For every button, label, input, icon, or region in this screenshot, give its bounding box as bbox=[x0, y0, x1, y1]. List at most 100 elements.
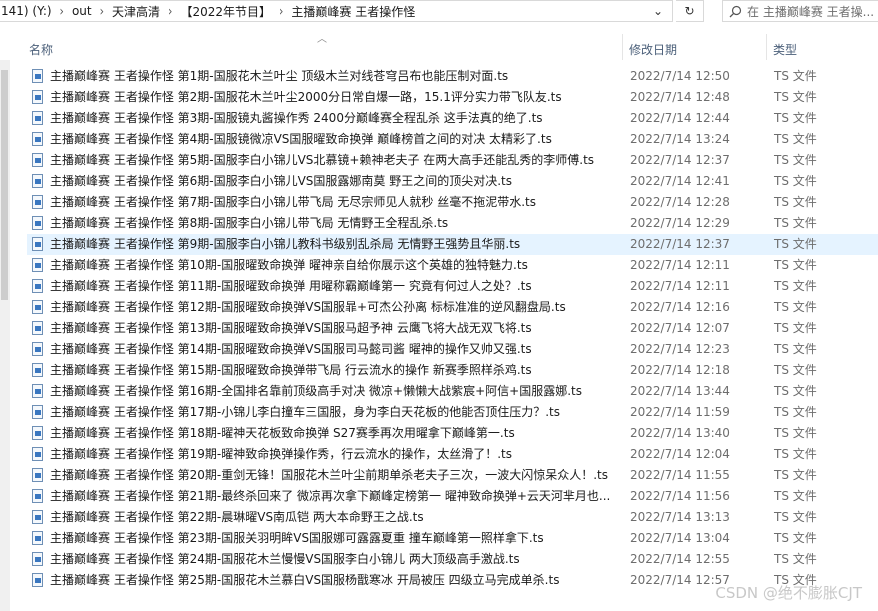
file-row[interactable]: 主播巅峰赛 王者操作怪 第6期-国服李白小锦儿VS国服露娜南莫 野王之间的顶尖对… bbox=[27, 171, 878, 192]
file-type: TS 文件 bbox=[774, 237, 817, 251]
file-name: 主播巅峰赛 王者操作怪 第12期-国服曜致命换弹VS国服暃+可杰公孙离 标标准准… bbox=[50, 300, 566, 314]
file-type: TS 文件 bbox=[774, 384, 817, 398]
ts-file-icon bbox=[32, 153, 43, 167]
column-divider[interactable] bbox=[766, 34, 767, 60]
file-type: TS 文件 bbox=[774, 279, 817, 293]
column-header-date[interactable]: 修改日期 bbox=[629, 41, 677, 58]
file-row[interactable]: 主播巅峰赛 王者操作怪 第2期-国服花木兰叶尘2000分日常自爆一路，15.1评… bbox=[27, 87, 878, 108]
file-name: 主播巅峰赛 王者操作怪 第11期-国服曜致命换弹 用曜称霸巅峰第一 究竟有何过人… bbox=[50, 279, 532, 293]
file-row[interactable]: 主播巅峰赛 王者操作怪 第22期-晨琳曜VS南瓜铠 两大本命野王之战.ts 202… bbox=[27, 507, 878, 528]
file-modified-date: 2022/7/14 12:37 bbox=[630, 153, 730, 167]
column-header-name[interactable]: 名称 bbox=[29, 41, 53, 58]
ts-file-icon bbox=[32, 216, 43, 230]
ts-file-icon bbox=[32, 300, 43, 314]
file-type: TS 文件 bbox=[774, 342, 817, 356]
ts-file-icon bbox=[32, 321, 43, 335]
file-modified-date: 2022/7/14 12:41 bbox=[630, 174, 730, 188]
file-row[interactable]: 主播巅峰赛 王者操作怪 第11期-国服曜致命换弹 用曜称霸巅峰第一 究竟有何过人… bbox=[27, 276, 878, 297]
file-modified-date: 2022/7/14 13:04 bbox=[630, 531, 730, 545]
file-modified-date: 2022/7/14 13:40 bbox=[630, 426, 730, 440]
column-header-type[interactable]: 类型 bbox=[773, 41, 797, 58]
file-modified-date: 2022/7/14 11:59 bbox=[630, 405, 730, 419]
file-type: TS 文件 bbox=[774, 489, 817, 503]
file-row[interactable]: 主播巅峰赛 王者操作怪 第20期-重剑无锋！国服花木兰叶尘前期单杀老夫子三次，一… bbox=[27, 465, 878, 486]
file-row[interactable]: 主播巅峰赛 王者操作怪 第16期-全国排名靠前顶级高手对决 微凉+懒懒大战紫宸+… bbox=[27, 381, 878, 402]
file-row[interactable]: 主播巅峰赛 王者操作怪 第19期-曜神致命换弹操作秀，行云流水的操作，太丝滑了！… bbox=[27, 444, 878, 465]
chevron-right-icon[interactable]: › bbox=[94, 3, 110, 19]
file-row[interactable]: 主播巅峰赛 王者操作怪 第18期-曜神天花板致命换弹 S27赛季再次用曜拿下巅峰… bbox=[27, 423, 878, 444]
file-row[interactable]: 主播巅峰赛 王者操作怪 第9期-国服李白小锦儿教科书级别乱杀局 无情野王强势且华… bbox=[27, 234, 878, 255]
file-list: 主播巅峰赛 王者操作怪 第1期-国服花木兰叶尘 顶级木兰对线苍穹吕布也能压制对面… bbox=[27, 66, 878, 591]
file-modified-date: 2022/7/14 12:48 bbox=[630, 90, 730, 104]
file-row[interactable]: 主播巅峰赛 王者操作怪 第5期-国服李白小锦儿VS北慕镜+赖神老夫子 在两大高手… bbox=[27, 150, 878, 171]
file-row[interactable]: 主播巅峰赛 王者操作怪 第14期-国服曜致命换弹VS国服司马懿司酱 曜神的操作又… bbox=[27, 339, 878, 360]
ts-file-icon bbox=[32, 258, 43, 272]
file-row[interactable]: 主播巅峰赛 王者操作怪 第3期-国服镜丸酱操作秀 2400分巅峰赛全程乱杀 这手… bbox=[27, 108, 878, 129]
file-name: 主播巅峰赛 王者操作怪 第9期-国服李白小锦儿教科书级别乱杀局 无情野王强势且华… bbox=[50, 237, 521, 251]
file-type: TS 文件 bbox=[774, 300, 817, 314]
scrollbar-thumb[interactable] bbox=[1, 70, 8, 300]
file-type: TS 文件 bbox=[774, 111, 817, 125]
ts-file-icon bbox=[32, 69, 43, 83]
file-name: 主播巅峰赛 王者操作怪 第16期-全国排名靠前顶级高手对决 微凉+懒懒大战紫宸+… bbox=[50, 384, 582, 398]
file-row[interactable]: 主播巅峰赛 王者操作怪 第15期-国服曜致命换弹带飞局 行云流水的操作 新赛季照… bbox=[27, 360, 878, 381]
chevron-right-icon[interactable]: › bbox=[273, 3, 289, 19]
ts-file-icon bbox=[32, 552, 43, 566]
file-row[interactable]: 主播巅峰赛 王者操作怪 第7期-国服李白小锦儿带飞局 无尽宗师见人就秒 丝毫不拖… bbox=[27, 192, 878, 213]
address-bar-row: 141) (Y:) › out › 天津高清 › 【2022年节目】 › 主播巅… bbox=[0, 0, 878, 24]
refresh-button[interactable]: ↻ bbox=[676, 0, 704, 22]
ts-file-icon bbox=[32, 174, 43, 188]
file-row[interactable]: 主播巅峰赛 王者操作怪 第8期-国服李白小锦儿带飞局 无情野王全程乱杀.ts 20… bbox=[27, 213, 878, 234]
chevron-right-icon[interactable]: › bbox=[162, 3, 178, 19]
file-type: TS 文件 bbox=[774, 510, 817, 524]
address-bar[interactable]: 141) (Y:) › out › 天津高清 › 【2022年节目】 › 主播巅… bbox=[0, 0, 673, 22]
file-modified-date: 2022/7/14 13:24 bbox=[630, 132, 730, 146]
ts-file-icon bbox=[32, 195, 43, 209]
file-modified-date: 2022/7/14 12:55 bbox=[630, 552, 730, 566]
ts-file-icon bbox=[32, 363, 43, 377]
file-name: 主播巅峰赛 王者操作怪 第18期-曜神天花板致命换弹 S27赛季再次用曜拿下巅峰… bbox=[50, 426, 515, 440]
file-modified-date: 2022/7/14 12:23 bbox=[630, 342, 730, 356]
search-placeholder: 在 主播巅峰赛 王者操... bbox=[747, 4, 875, 19]
ts-file-icon bbox=[32, 510, 43, 524]
file-modified-date: 2022/7/14 12:28 bbox=[630, 195, 730, 209]
file-name: 主播巅峰赛 王者操作怪 第17期-小锦儿李白撞车三国服，身为李白天花板的他能否顶… bbox=[50, 405, 561, 419]
file-modified-date: 2022/7/14 12:04 bbox=[630, 447, 730, 461]
breadcrumb-out[interactable]: out bbox=[70, 4, 94, 18]
breadcrumb-2022[interactable]: 【2022年节目】 bbox=[178, 3, 273, 20]
file-type: TS 文件 bbox=[774, 90, 817, 104]
breadcrumb-current-folder[interactable]: 主播巅峰赛 王者操作怪 bbox=[289, 3, 417, 20]
file-row[interactable]: 主播巅峰赛 王者操作怪 第4期-国服镜微凉VS国服曜致命换弹 巅峰榜首之间的对决… bbox=[27, 129, 878, 150]
file-row[interactable]: 主播巅峰赛 王者操作怪 第1期-国服花木兰叶尘 顶级木兰对线苍穹吕布也能压制对面… bbox=[27, 66, 878, 87]
chevron-right-icon[interactable]: › bbox=[54, 3, 70, 19]
file-row[interactable]: 主播巅峰赛 王者操作怪 第17期-小锦儿李白撞车三国服，身为李白天花板的他能否顶… bbox=[27, 402, 878, 423]
file-name: 主播巅峰赛 王者操作怪 第21期-最终杀回来了 微凉再次拿下巅峰定榜第一 曜神致… bbox=[50, 489, 611, 503]
navigation-pane-scrollbar[interactable] bbox=[0, 60, 10, 611]
file-row[interactable]: 主播巅峰赛 王者操作怪 第12期-国服曜致命换弹VS国服暃+可杰公孙离 标标准准… bbox=[27, 297, 878, 318]
search-input[interactable]: 在 主播巅峰赛 王者操... bbox=[722, 0, 878, 22]
file-type: TS 文件 bbox=[774, 69, 817, 83]
ts-file-icon bbox=[32, 132, 43, 146]
file-row[interactable]: 主播巅峰赛 王者操作怪 第10期-国服曜致命换弹 曜神亲自给你展示这个英雄的独特… bbox=[27, 255, 878, 276]
ts-file-icon bbox=[32, 426, 43, 440]
column-divider[interactable] bbox=[622, 34, 623, 60]
address-history-button[interactable]: ⌄ bbox=[644, 0, 672, 22]
ts-file-icon bbox=[32, 237, 43, 251]
search-icon bbox=[723, 5, 747, 18]
breadcrumb-tianjin[interactable]: 天津高清 bbox=[110, 3, 162, 20]
watermark: CSDN @绝不膨胀CJT bbox=[715, 584, 862, 602]
ts-file-icon bbox=[32, 342, 43, 356]
breadcrumb-drive[interactable]: 141) (Y:) bbox=[0, 4, 54, 18]
file-type: TS 文件 bbox=[774, 195, 817, 209]
file-modified-date: 2022/7/14 13:44 bbox=[630, 384, 730, 398]
file-name: 主播巅峰赛 王者操作怪 第3期-国服镜丸酱操作秀 2400分巅峰赛全程乱杀 这手… bbox=[50, 111, 543, 125]
file-modified-date: 2022/7/14 12:11 bbox=[630, 279, 730, 293]
file-row[interactable]: 主播巅峰赛 王者操作怪 第13期-国服曜致命换弹VS国服马超予神 云鹰飞将大战无… bbox=[27, 318, 878, 339]
file-row[interactable]: 主播巅峰赛 王者操作怪 第24期-国服花木兰慢慢VS国服李白小锦儿 两大顶级高手… bbox=[27, 549, 878, 570]
file-row[interactable]: 主播巅峰赛 王者操作怪 第23期-国服关羽明眸VS国服娜可露露夏重 撞车巅峰第一… bbox=[27, 528, 878, 549]
file-modified-date: 2022/7/14 12:50 bbox=[630, 69, 730, 83]
file-modified-date: 2022/7/14 12:07 bbox=[630, 321, 730, 335]
file-name: 主播巅峰赛 王者操作怪 第5期-国服李白小锦儿VS北慕镜+赖神老夫子 在两大高手… bbox=[50, 153, 595, 167]
file-row[interactable]: 主播巅峰赛 王者操作怪 第21期-最终杀回来了 微凉再次拿下巅峰定榜第一 曜神致… bbox=[27, 486, 878, 507]
refresh-icon: ↻ bbox=[684, 4, 695, 18]
